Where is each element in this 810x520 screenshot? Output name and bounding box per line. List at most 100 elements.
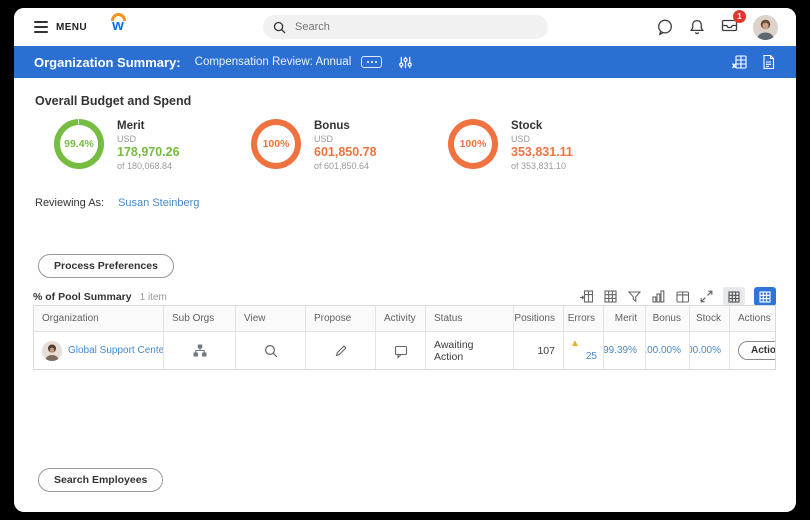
- status-cell: Awaiting Action: [426, 332, 514, 369]
- page-subtitle: Compensation Review: Annual: [195, 56, 352, 68]
- errors-count-link[interactable]: 25: [586, 351, 597, 362]
- table-row: Global Support Center: [34, 332, 776, 369]
- sub-orgs-cell: [164, 332, 236, 369]
- pool-spent: 601,850.78: [314, 145, 377, 159]
- pool-currency: USD: [511, 134, 573, 144]
- configure-sliders-icon[interactable]: [398, 55, 413, 70]
- propose-pencil-icon[interactable]: [334, 344, 348, 358]
- column-header-view[interactable]: View: [236, 306, 306, 331]
- pool-summary-table: Organization Sub Orgs View Propose Activ…: [33, 305, 776, 370]
- column-header-actions[interactable]: Actions: [730, 306, 776, 331]
- export-table-icon[interactable]: [579, 289, 594, 304]
- bonus-donut-chart: 100%: [251, 119, 301, 169]
- grid-view-compact-toggle[interactable]: [723, 287, 745, 306]
- merit-donut-chart: 99.4%: [54, 119, 104, 169]
- chat-icon[interactable]: [656, 18, 674, 36]
- stock-info: Stock USD 353,831.11 of 353,831.10: [511, 119, 573, 171]
- grid-settings-icon[interactable]: [603, 289, 618, 304]
- header-export-actions: [731, 54, 776, 70]
- merit-info: Merit USD 178,970.26 of 180,068.84: [117, 119, 180, 171]
- search-employees-button[interactable]: Search Employees: [38, 468, 163, 492]
- grid-expanded-icon: [759, 291, 771, 303]
- column-header-organization[interactable]: Organization: [34, 306, 164, 331]
- pool-name: Bonus: [314, 120, 377, 132]
- expand-icon[interactable]: [699, 289, 714, 304]
- column-header-sub-orgs[interactable]: Sub Orgs: [164, 306, 236, 331]
- stock-donut-chart: 100%: [448, 119, 498, 169]
- column-header-stock[interactable]: Stock: [690, 306, 730, 331]
- grid-toolbar: [579, 287, 776, 306]
- top-bar: MENU w 1: [14, 8, 796, 46]
- actions-cell: Actions: [730, 332, 776, 369]
- organization-avatar: [42, 341, 62, 361]
- related-actions-button[interactable]: [361, 56, 382, 68]
- pool-bonus: 100% Bonus USD 601,850.78 of 601,850.64: [251, 119, 448, 171]
- propose-cell: [306, 332, 376, 369]
- profile-avatar-image: [753, 15, 778, 40]
- positions-cell: 107: [514, 332, 564, 369]
- bonus-percent: 100%: [251, 119, 301, 169]
- organization-cell: Global Support Center: [34, 332, 164, 369]
- pool-total: of 180,068.84: [117, 161, 180, 171]
- bonus-cell: 100.00%: [646, 332, 690, 369]
- view-cell: [236, 332, 306, 369]
- table-header-row: Organization Sub Orgs View Propose Activ…: [34, 306, 776, 332]
- topbar-actions: 1: [656, 8, 778, 46]
- filter-icon[interactable]: [627, 289, 642, 304]
- reviewing-as-label: Reviewing As:: [35, 197, 104, 209]
- errors-cell: ▲ 25: [564, 332, 604, 369]
- org-hierarchy-icon[interactable]: [192, 343, 208, 358]
- pool-currency: USD: [117, 134, 180, 144]
- pool-total: of 601,850.64: [314, 161, 377, 171]
- warning-triangle-icon: ▲: [570, 339, 580, 349]
- column-header-status[interactable]: Status: [426, 306, 514, 331]
- export-pdf-icon[interactable]: [761, 54, 776, 70]
- menu-button[interactable]: MENU: [34, 8, 87, 46]
- row-actions-button[interactable]: Actions: [738, 341, 776, 360]
- workday-logo[interactable]: w: [104, 13, 132, 32]
- column-header-positions[interactable]: Positions: [514, 306, 564, 331]
- search-icon: [273, 21, 286, 34]
- stock-cell: 100.00%: [690, 332, 730, 369]
- workday-w-icon: w: [112, 20, 124, 32]
- pool-stock: 100% Stock USD 353,831.11 of 353,831.10: [448, 119, 645, 171]
- pool-spent: 178,970.26: [117, 145, 180, 159]
- grid-view-expanded-toggle[interactable]: [754, 287, 776, 306]
- merit-percent-link[interactable]: 99.39%: [604, 345, 637, 356]
- pool-merit: 99.4% Merit USD 178,970.26 of 180,068.84: [54, 119, 251, 171]
- global-search[interactable]: [263, 15, 548, 39]
- process-preferences-button[interactable]: Process Preferences: [38, 254, 174, 278]
- column-header-bonus[interactable]: Bonus: [646, 306, 690, 331]
- column-header-merit[interactable]: Merit: [604, 306, 646, 331]
- column-header-propose[interactable]: Propose: [306, 306, 376, 331]
- hamburger-icon: [34, 21, 48, 33]
- merit-percent: 99.4%: [54, 119, 104, 169]
- profile-avatar[interactable]: [753, 15, 778, 40]
- activity-comment-icon[interactable]: [393, 343, 409, 359]
- organization-link[interactable]: Global Support Center: [68, 345, 164, 356]
- view-search-icon[interactable]: [264, 344, 278, 358]
- pool-total: of 353,831.10: [511, 161, 573, 171]
- freeze-columns-icon[interactable]: [675, 289, 690, 304]
- export-excel-icon[interactable]: [731, 54, 748, 70]
- table-title: % of Pool Summary: [33, 291, 132, 303]
- column-header-activity[interactable]: Activity: [376, 306, 426, 331]
- grid-compact-icon: [728, 291, 740, 303]
- inbox-tray[interactable]: 1: [720, 16, 739, 39]
- stock-percent: 100%: [448, 119, 498, 169]
- reviewing-as: Reviewing As: Susan Steinberg: [35, 197, 199, 209]
- merit-cell: 99.39%: [604, 332, 646, 369]
- stock-percent-link[interactable]: 100.00%: [690, 345, 721, 356]
- table-item-count: 1 item: [140, 292, 167, 303]
- page-title: Organization Summary:: [34, 55, 181, 70]
- reviewing-as-link[interactable]: Susan Steinberg: [118, 197, 199, 209]
- notifications-bell-icon[interactable]: [688, 18, 706, 36]
- search-input[interactable]: [295, 21, 515, 33]
- pool-spent: 353,831.11: [511, 145, 573, 159]
- pool-currency: USD: [314, 134, 377, 144]
- chart-icon[interactable]: [651, 289, 666, 304]
- bonus-percent-link[interactable]: 100.00%: [646, 345, 681, 356]
- inbox-badge: 1: [733, 10, 746, 23]
- app-window: MENU w 1: [14, 8, 796, 512]
- column-header-errors[interactable]: Errors: [564, 306, 604, 331]
